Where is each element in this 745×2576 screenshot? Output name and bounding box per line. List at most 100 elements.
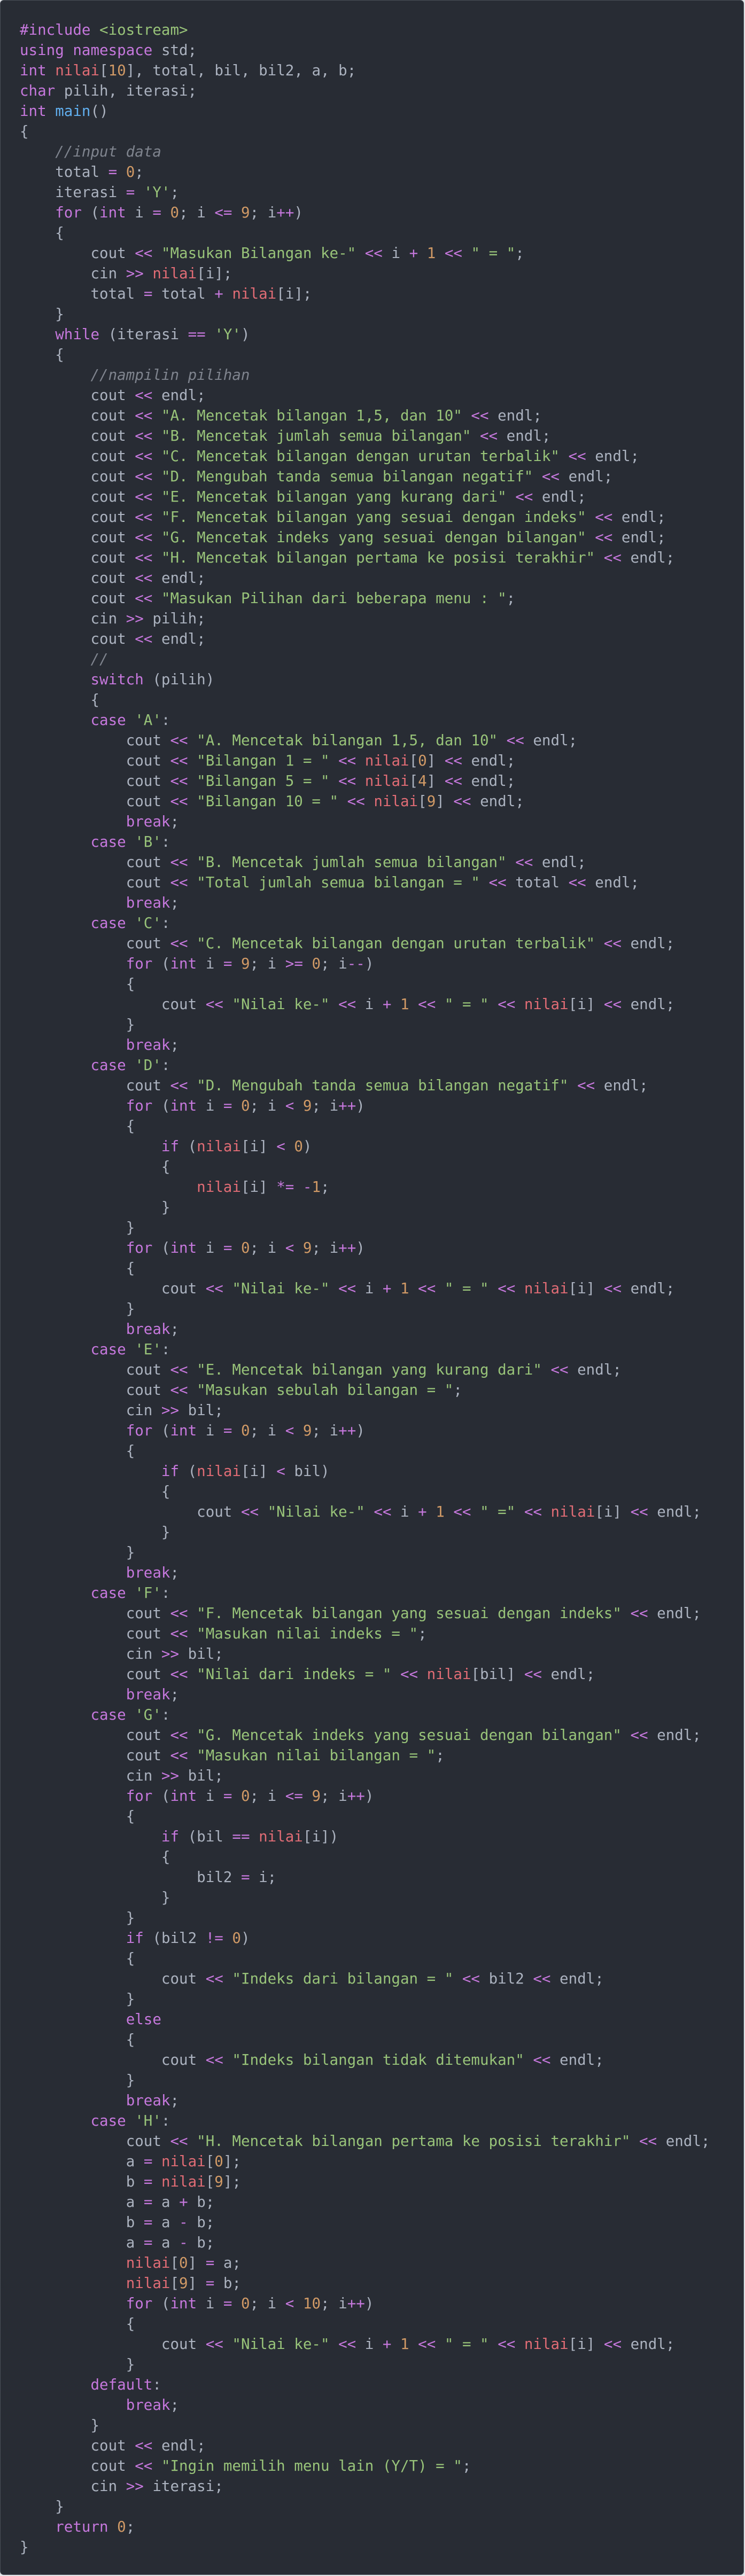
code-line: } bbox=[126, 1016, 135, 1033]
code-line: total = total + nilai[i]; bbox=[90, 285, 312, 302]
code-line: if (nilai[i] < 0) bbox=[161, 1138, 312, 1155]
code-line: return 0; bbox=[55, 2518, 135, 2535]
code-line: nilai[9] = b; bbox=[126, 2275, 241, 2292]
code-line: cout << "Indeks dari bilangan = " << bil… bbox=[161, 1970, 604, 1987]
code-line: char pilih, iterasi; bbox=[20, 82, 197, 99]
code-line: for (int i = 0; i < 9; i++) bbox=[126, 1422, 365, 1439]
code-line: cout << "Nilai ke-" << i + 1 << " = " <<… bbox=[161, 2336, 675, 2353]
code-line: cin >> nilai[i]; bbox=[90, 265, 232, 282]
code-line: cout << "D. Mengubah tanda semua bilanga… bbox=[90, 468, 613, 485]
code-line: } bbox=[126, 1909, 135, 1926]
code-line: //input data bbox=[55, 143, 161, 160]
code-line: cout << "Bilangan 1 = " << nilai[0] << e… bbox=[126, 752, 516, 769]
code-line: } bbox=[126, 1544, 135, 1561]
code-line: } bbox=[126, 1300, 135, 1317]
code-line: } bbox=[126, 2072, 135, 2089]
code-line: cout << "B. Mencetak jumlah semua bilang… bbox=[90, 427, 551, 444]
code-line: cout << endl; bbox=[90, 2437, 206, 2454]
code-line: cin >> bil; bbox=[126, 1402, 223, 1419]
code-line: { bbox=[161, 1158, 170, 1175]
code-line: for (int i = 9; i >= 0; i--) bbox=[126, 955, 374, 972]
code-line: cin >> pilih; bbox=[90, 610, 206, 627]
code-line: cout << "E. Mencetak bilangan yang kuran… bbox=[126, 1361, 622, 1378]
code-line: case 'H': bbox=[90, 2112, 170, 2129]
code-line: b = nilai[9]; bbox=[126, 2173, 241, 2190]
code-line: case 'A': bbox=[90, 712, 170, 729]
code-line: { bbox=[126, 2031, 135, 2048]
code-line: } bbox=[161, 1524, 170, 1541]
code-line: cout << "Nilai ke-" << i + 1 << " = " <<… bbox=[161, 996, 675, 1013]
code-line: } bbox=[20, 2539, 29, 2556]
code-line: nilai[0] = a; bbox=[126, 2254, 241, 2271]
code-line: a = a - b; bbox=[126, 2234, 215, 2251]
code-line: total = 0; bbox=[55, 163, 144, 181]
code-line: break; bbox=[126, 1036, 180, 1053]
code-line: case 'D': bbox=[90, 1057, 170, 1074]
code-line: else bbox=[126, 2011, 161, 2028]
code-line: cout << "Masukan nilai indeks = "; bbox=[126, 1625, 427, 1642]
code-line: { bbox=[90, 691, 100, 708]
code-line: case 'E': bbox=[90, 1341, 170, 1358]
code-line: } bbox=[90, 2417, 100, 2434]
code-line: cout << "D. Mengubah tanda semua bilanga… bbox=[126, 1077, 648, 1094]
code-line: } bbox=[55, 2498, 64, 2515]
code-line: cout << "H. Mencetak bilangan pertama ke… bbox=[126, 2133, 710, 2150]
code-line: { bbox=[20, 123, 29, 140]
code-line: cout << endl; bbox=[90, 569, 206, 587]
code-line: int nilai[10], total, bil, bil2, a, b; bbox=[20, 62, 356, 79]
code-line: } bbox=[126, 2356, 135, 2373]
code-line: } bbox=[161, 1199, 170, 1216]
code-line: cout << "C. Mencetak bilangan dengan uru… bbox=[90, 448, 640, 465]
code-line: bil2 = i; bbox=[197, 1869, 277, 1886]
code-line: cout << endl; bbox=[90, 630, 206, 647]
code-line: cout << "B. Mencetak jumlah semua bilang… bbox=[126, 854, 586, 871]
code-line: } bbox=[126, 1219, 135, 1236]
code-line: } bbox=[55, 306, 64, 323]
code-line: cout << "G. Mencetak indeks yang sesuai … bbox=[90, 529, 666, 546]
code-line: cout << "Nilai dari indeks = " << nilai[… bbox=[126, 1666, 595, 1683]
code-line: cout << "A. Mencetak bilangan 1,5, dan 1… bbox=[126, 732, 578, 749]
code-line: { bbox=[126, 1260, 135, 1277]
code-line: iterasi = 'Y'; bbox=[55, 184, 180, 201]
code-line: cout << "C. Mencetak bilangan dengan uru… bbox=[126, 935, 675, 952]
code-line: cout << "Bilangan 5 = " << nilai[4] << e… bbox=[126, 772, 516, 790]
code-line: cout << "H. Mencetak bilangan pertama ke… bbox=[90, 549, 675, 566]
code-line: cout << "Masukan Bilangan ke-" << i + 1 … bbox=[90, 245, 524, 262]
code-line: case 'B': bbox=[90, 833, 170, 850]
code-line: for (int i = 0; i <= 9; i++) bbox=[126, 1787, 374, 1805]
code-line: a = nilai[0]; bbox=[126, 2153, 241, 2170]
code-line: cout << "A. Mencetak bilangan 1,5, dan 1… bbox=[90, 407, 542, 424]
code-line: break; bbox=[126, 2397, 180, 2414]
code-line: if (nilai[i] < bil) bbox=[161, 1463, 330, 1480]
code-line: { bbox=[55, 224, 64, 241]
code-line: { bbox=[161, 1848, 170, 1865]
code-line: cout << "Masukan Pilihan dari beberapa m… bbox=[90, 590, 516, 607]
code-line: } bbox=[126, 1990, 135, 2008]
code-line: for (int i = 0; i < 10; i++) bbox=[126, 2295, 374, 2312]
code-line: for (int i = 0; i < 9; i++) bbox=[126, 1097, 365, 1114]
code-line: break; bbox=[126, 1564, 180, 1581]
code-line: { bbox=[126, 1118, 135, 1135]
code-line: nilai[i] *= -1; bbox=[197, 1178, 330, 1196]
code-line: cout << "Ingin memilih menu lain (Y/T) =… bbox=[90, 2457, 471, 2474]
code-line: break; bbox=[126, 813, 180, 830]
code-editor-panel: #include <iostream> using namespace std; i… bbox=[0, 0, 744, 2575]
code-line: // bbox=[90, 651, 108, 668]
code-line: if (bil2 != 0) bbox=[126, 1930, 250, 1947]
code-line: cout << "E. Mencetak bilangan yang kuran… bbox=[90, 488, 586, 505]
code-line: cout << "F. Mencetak bilangan yang sesua… bbox=[126, 1605, 701, 1622]
code-line: cout << "F. Mencetak bilangan yang sesua… bbox=[90, 509, 666, 526]
code-line: int main() bbox=[20, 103, 108, 120]
code-line: //nampilin pilihan bbox=[90, 366, 250, 384]
code-line: if (bil == nilai[i]) bbox=[161, 1828, 339, 1845]
code-line: cin >> bil; bbox=[126, 1767, 223, 1784]
code-line: { bbox=[55, 346, 64, 363]
code-line: break; bbox=[126, 1321, 180, 1338]
code-line: case 'F': bbox=[90, 1584, 170, 1602]
code-line: } bbox=[161, 1889, 170, 1906]
code-line: { bbox=[126, 975, 135, 993]
code-line: cout << "G. Mencetak indeks yang sesuai … bbox=[126, 1727, 701, 1744]
code-line: break; bbox=[126, 1686, 180, 1703]
code-line: case 'C': bbox=[90, 915, 170, 932]
code-line: { bbox=[126, 1808, 135, 1825]
